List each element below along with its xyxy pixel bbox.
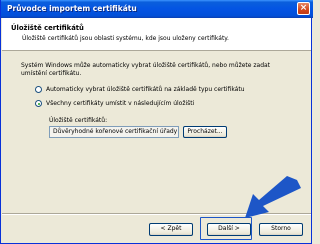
back-button[interactable]: < Zpět: [149, 223, 193, 236]
browse-button[interactable]: Procházet...: [183, 126, 227, 138]
radio-place-in-store[interactable]: Všechny certifikáty umístit v následujíc…: [35, 100, 194, 107]
import-wizard-window: Průvodce importem certifikátu × Úložiště…: [0, 0, 313, 244]
radio-label: Všechny certifikáty umístit v následujíc…: [46, 100, 195, 107]
window-title: Průvodce importem certifikátu: [7, 4, 137, 13]
radio-button-checked[interactable]: [35, 100, 42, 107]
page-subtitle: Úložiště certifikátů jsou oblasti systém…: [22, 35, 229, 42]
store-label: Úložiště certifikátů:: [49, 117, 108, 124]
close-icon: ×: [299, 3, 308, 13]
page-title: Úložiště certifikátů: [11, 24, 84, 32]
close-button[interactable]: ×: [297, 2, 310, 15]
radio-label: Automaticky vybrat úložiště certifikátů …: [46, 86, 245, 93]
certificate-store-field[interactable]: Důvěryhodné kořenové certifikační úřady: [49, 126, 179, 138]
description-text: Systém Windows může automaticky vybrat ú…: [21, 62, 271, 77]
radio-button[interactable]: [35, 86, 42, 93]
title-bar[interactable]: Průvodce importem certifikátu ×: [1, 0, 313, 18]
wizard-header: Úložiště certifikátů Úložiště certifikát…: [2, 18, 311, 51]
pointer-arrow-icon: [245, 176, 301, 218]
radio-auto-select[interactable]: Automaticky vybrat úložiště certifikátů …: [35, 86, 245, 93]
